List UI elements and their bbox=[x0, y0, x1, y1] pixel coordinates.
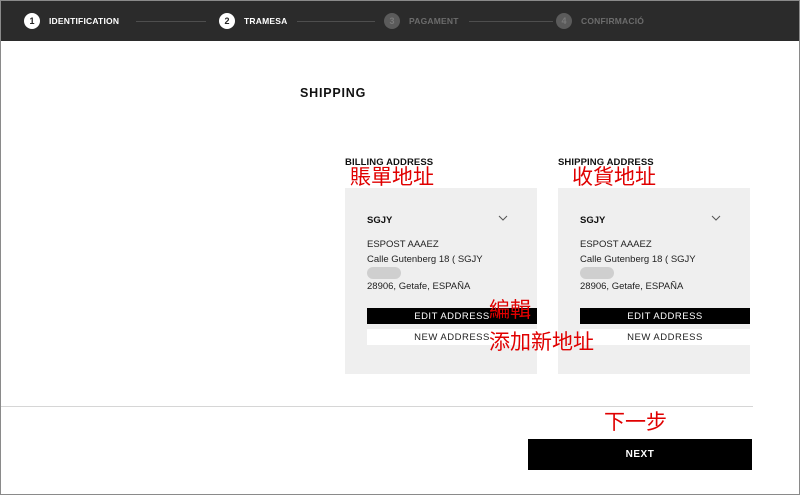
edit-annotation: 編輯 bbox=[489, 298, 531, 322]
next-button[interactable]: NEXT bbox=[528, 439, 752, 470]
page-title: SHIPPING bbox=[300, 86, 367, 100]
address-line: 28906, Getafe, ESPAÑA bbox=[367, 281, 471, 292]
step-number: 3 bbox=[384, 13, 400, 29]
step-identification[interactable]: 1 IDENTIFICATION bbox=[24, 1, 119, 41]
step-label: IDENTIFICATION bbox=[49, 16, 120, 26]
step-number: 1 bbox=[24, 13, 40, 29]
step-connector bbox=[297, 21, 375, 22]
step-label: CONFIRMACIÓ bbox=[581, 16, 645, 26]
billing-annotation: 賬單地址 bbox=[350, 165, 434, 189]
address-line: Calle Gutenberg 18 ( SGJY bbox=[367, 254, 483, 265]
chevron-down-icon[interactable] bbox=[710, 213, 722, 223]
step-confirmacio: 4 CONFIRMACIÓ bbox=[556, 1, 644, 41]
add-new-address-annotation: 添加新地址 bbox=[489, 330, 594, 354]
address-line: Calle Gutenberg 18 ( SGJY bbox=[580, 254, 696, 265]
redacted-phone bbox=[580, 267, 614, 279]
chevron-down-icon[interactable] bbox=[497, 213, 509, 223]
redacted-phone bbox=[367, 267, 401, 279]
address-line: ESPOST AAAEZ bbox=[367, 239, 439, 250]
billing-address-selected[interactable]: SGJY bbox=[367, 215, 392, 226]
checkout-stepper: 1 IDENTIFICATION 2 TRAMESA 3 PAGAMENT 4 … bbox=[1, 1, 799, 41]
step-label: PAGAMENT bbox=[409, 16, 459, 26]
step-pagament: 3 PAGAMENT bbox=[384, 1, 459, 41]
step-connector bbox=[469, 21, 553, 22]
shipping-annotation: 收貨地址 bbox=[572, 165, 656, 189]
shipping-address-selected[interactable]: SGJY bbox=[580, 215, 605, 226]
step-number: 2 bbox=[219, 13, 235, 29]
step-tramesa[interactable]: 2 TRAMESA bbox=[219, 1, 287, 41]
address-line: 28906, Getafe, ESPAÑA bbox=[580, 281, 684, 292]
step-label: TRAMESA bbox=[244, 16, 288, 26]
step-connector bbox=[136, 21, 206, 22]
address-line: ESPOST AAAEZ bbox=[580, 239, 652, 250]
divider bbox=[1, 406, 753, 407]
next-step-annotation: 下一步 bbox=[604, 410, 667, 434]
new-address-button[interactable]: NEW ADDRESS bbox=[580, 329, 750, 345]
step-number: 4 bbox=[556, 13, 572, 29]
edit-address-button[interactable]: EDIT ADDRESS bbox=[580, 308, 750, 324]
